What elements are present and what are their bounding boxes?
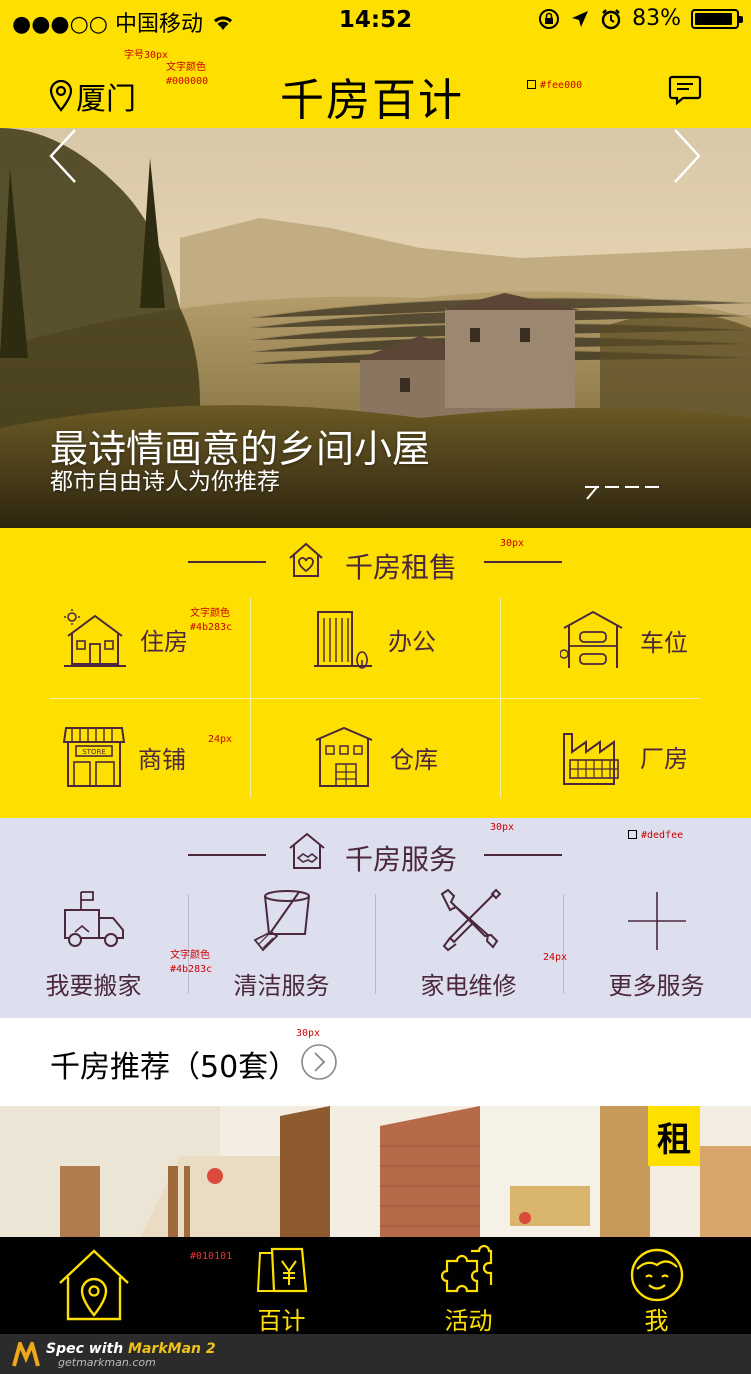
tab-label: 百计 <box>257 1307 306 1335</box>
rental-item-label: 厂房 <box>640 744 688 773</box>
rent-badge: 租 <box>648 1106 700 1166</box>
tab-baiji[interactable]: 百计 <box>188 1237 375 1335</box>
tab-activity[interactable]: 活动 <box>375 1237 562 1335</box>
service-item-label: 清洁服务 <box>233 972 330 1000</box>
rental-section-title: 千房租售 <box>345 551 458 584</box>
markman-site: getmarkman.com <box>58 1356 156 1369</box>
rental-section: 千房租售 30px 住房 文字颜色 #4b283c 办公 车位 STORE 商铺… <box>0 528 751 818</box>
house-icon <box>64 609 126 667</box>
tab-label: 我 <box>644 1307 669 1335</box>
rental-item-office[interactable]: 办公 <box>312 608 436 670</box>
markman-brand: Spec with MarkMan 2 <box>46 1341 216 1357</box>
rental-item-parking[interactable]: 车位 <box>560 608 688 672</box>
battery-icon <box>691 8 743 29</box>
office-building-icon <box>314 611 372 669</box>
smiley-face-icon <box>630 1248 684 1302</box>
rental-item-label: 办公 <box>388 627 436 656</box>
rental-item-warehouse[interactable]: 仓库 <box>312 724 438 790</box>
spec-note: 文字颜色 <box>190 608 230 619</box>
rental-section-header: 千房租售 30px <box>0 528 751 588</box>
bucket-broom-icon <box>253 890 310 952</box>
moving-truck-icon <box>63 891 124 947</box>
rental-item-factory[interactable]: 厂房 <box>560 724 688 788</box>
markman-logo-icon <box>12 1342 40 1367</box>
alarm-icon <box>601 8 621 29</box>
location-arrow-icon <box>572 10 589 27</box>
tab-label: 活动 <box>444 1307 493 1335</box>
parking-garage-icon <box>560 610 623 668</box>
banner-next-arrow[interactable] <box>672 128 702 184</box>
location-pin-icon <box>49 80 73 112</box>
spec-note: 30px <box>490 822 515 833</box>
puzzle-icon <box>441 1245 493 1293</box>
city-label: 厦门 <box>76 82 136 117</box>
factory-icon <box>563 733 619 785</box>
rental-item-label: 商铺 <box>138 745 186 774</box>
plus-icon <box>627 892 686 950</box>
house-handshake-icon <box>289 832 325 869</box>
wrench-screwdriver-icon <box>440 888 501 952</box>
recommend-title: 千房推荐（50套） <box>50 1050 299 1085</box>
spec-note: #dedfee <box>628 830 683 842</box>
banner-pagination[interactable] <box>585 486 659 500</box>
markman-watermark: Spec with MarkMan 2 getmarkman.com <box>0 1334 751 1374</box>
tab-bar: #010101 百计 活动 我 <box>0 1237 751 1335</box>
interior-photo <box>0 1106 751 1238</box>
spec-note: 文字颜色 <box>166 62 206 73</box>
service-item-repair[interactable]: 家电维修 <box>375 888 562 1000</box>
spec-note: #000000 <box>166 76 209 87</box>
spec-note: 30px <box>500 538 525 549</box>
house-heart-icon <box>289 542 323 577</box>
spec-note: 30px <box>296 1028 321 1039</box>
status-bar: ●●●○○ 中国移动 14:52 83% <box>0 0 751 42</box>
pagination-dot[interactable] <box>645 486 659 488</box>
pagination-dot[interactable] <box>625 486 639 488</box>
service-item-label: 更多服务 <box>608 972 705 1000</box>
message-icon[interactable] <box>668 74 702 106</box>
spec-note: 24px <box>208 734 233 745</box>
service-item-label: 家电维修 <box>420 972 517 1000</box>
app-logo: 千房百计 <box>280 75 464 126</box>
svg-text:STORE: STORE <box>82 748 106 756</box>
city-selector[interactable]: 厦门 <box>48 74 136 118</box>
spec-note: #4b283c <box>190 622 233 633</box>
rotation-lock-icon <box>539 8 560 29</box>
tab-home[interactable]: #010101 <box>0 1237 232 1334</box>
rental-item-label: 住房 <box>140 627 188 656</box>
pagination-dot[interactable] <box>605 486 619 488</box>
app-header: 厦门 千房百计 字号30px 文字颜色 #000000 #fee000 <box>0 42 751 128</box>
pagination-dot-active[interactable] <box>585 486 599 500</box>
tab-me[interactable]: 我 <box>563 1237 750 1335</box>
service-item-label: 我要搬家 <box>45 972 142 1000</box>
store-icon: STORE <box>62 727 126 787</box>
app-screen: ●●●○○ 中国移动 14:52 83% 厦门 千房百计 字号30px 文字颜色… <box>0 0 751 1374</box>
rental-item-store[interactable]: STORE 商铺 <box>62 724 186 790</box>
service-item-moving[interactable]: 我要搬家 <box>0 888 187 1000</box>
spec-note: #fee000 <box>527 80 582 92</box>
warehouse-icon <box>315 726 373 787</box>
service-section-title: 千房服务 <box>345 843 458 876</box>
service-section-header: 千房服务 30px #dedfee <box>0 818 751 878</box>
battery-percent: 83% <box>632 6 681 31</box>
banner-prev-arrow[interactable] <box>48 128 78 184</box>
banner-subtitle: 都市自由诗人为你推荐 <box>50 469 280 495</box>
home-location-icon <box>59 1249 129 1321</box>
service-section: 千房服务 30px #dedfee 我要搬家 文字颜色 #4b283c 清洁服务… <box>0 818 751 1018</box>
spec-note: 字号30px <box>124 50 169 61</box>
recommend-listing-image[interactable]: 租 <box>0 1106 751 1238</box>
rental-item-housing[interactable]: 住房 <box>62 608 188 670</box>
service-item-more[interactable]: 更多服务 <box>563 888 750 1000</box>
yen-cards-icon <box>256 1247 308 1293</box>
rental-item-label: 仓库 <box>390 745 438 774</box>
rental-item-label: 车位 <box>640 628 688 657</box>
hero-banner[interactable]: 最诗情画意的乡间小屋 都市自由诗人为你推荐 <box>0 128 751 528</box>
recommend-header[interactable]: 千房推荐（50套） 30px <box>0 1018 751 1106</box>
chevron-right-circle-icon[interactable] <box>300 1043 338 1081</box>
service-item-cleaning[interactable]: 清洁服务 <box>188 888 375 1000</box>
